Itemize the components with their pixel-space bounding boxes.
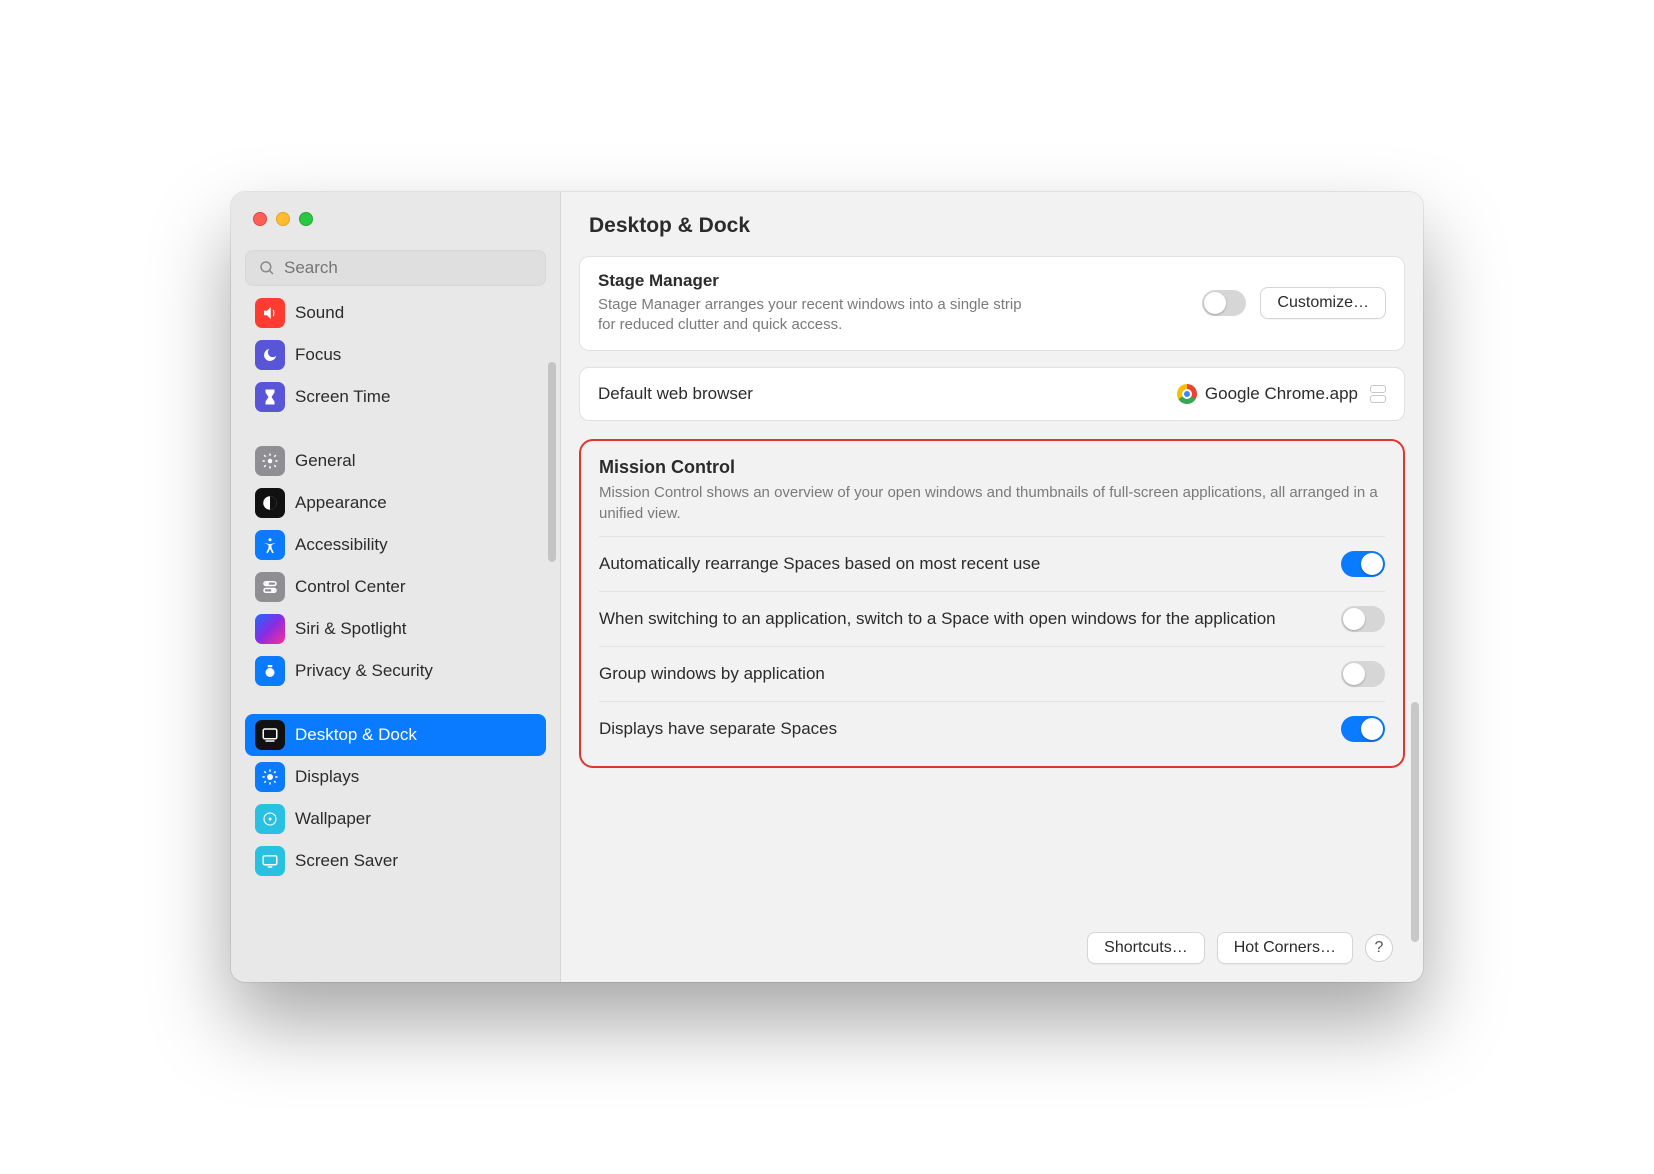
mc-toggle-auto-rearrange[interactable]: [1341, 551, 1385, 577]
search-field[interactable]: [245, 250, 546, 286]
sidebar-item-label: Control Center: [295, 577, 406, 597]
mc-row-separate-spaces: Displays have separate Spaces: [599, 701, 1385, 756]
footer-actions: Shortcuts… Hot Corners… ?: [1087, 932, 1393, 964]
sidebar-scrollbar[interactable]: [548, 362, 556, 562]
mission-control-section: Mission Control Mission Control shows an…: [579, 439, 1405, 768]
sidebar-item-focus[interactable]: Focus: [245, 334, 546, 376]
chrome-icon: [1177, 384, 1197, 404]
window-controls: [231, 212, 560, 250]
page-title: Desktop & Dock: [589, 214, 1395, 238]
siri-icon: [255, 614, 285, 644]
desktop-dock-icon: [255, 720, 285, 750]
close-window-button[interactable]: [253, 212, 267, 226]
sidebar-item-sound[interactable]: Sound: [245, 298, 546, 334]
sidebar-list: Sound Focus Screen Time General App: [245, 298, 546, 882]
shortcuts-button[interactable]: Shortcuts…: [1087, 932, 1205, 964]
sidebar-item-displays[interactable]: Displays: [245, 756, 546, 798]
sidebar-item-appearance[interactable]: Appearance: [245, 482, 546, 524]
search-input[interactable]: [284, 258, 533, 278]
sidebar-item-label: Appearance: [295, 493, 387, 513]
appearance-icon: [255, 488, 285, 518]
sidebar-item-label: Displays: [295, 767, 359, 787]
accessibility-icon: [255, 530, 285, 560]
control-center-icon: [255, 572, 285, 602]
sidebar-item-label: Sound: [295, 303, 344, 323]
sidebar-item-label: Focus: [295, 345, 341, 365]
stage-manager-customize-button[interactable]: Customize…: [1260, 287, 1386, 319]
mission-control-title: Mission Control: [599, 457, 1385, 478]
mc-row-auto-rearrange: Automatically rearrange Spaces based on …: [599, 536, 1385, 591]
stepper-icon: [1370, 385, 1386, 403]
sidebar-item-label: General: [295, 451, 355, 471]
sidebar-item-label: Screen Saver: [295, 851, 398, 871]
sidebar-item-siri-spotlight[interactable]: Siri & Spotlight: [245, 608, 546, 650]
default-browser-label: Default web browser: [598, 384, 1177, 404]
sidebar-item-wallpaper[interactable]: Wallpaper: [245, 798, 546, 840]
sidebar-item-privacy-security[interactable]: Privacy & Security: [245, 650, 546, 692]
mc-row-label: Displays have separate Spaces: [599, 717, 1323, 741]
sidebar-item-label: Wallpaper: [295, 809, 371, 829]
mc-row-label: Group windows by application: [599, 662, 1323, 686]
sidebar-item-desktop-dock[interactable]: Desktop & Dock: [245, 714, 546, 756]
system-settings-window: Sound Focus Screen Time General App: [231, 192, 1423, 982]
mc-row-label: When switching to an application, switch…: [599, 607, 1323, 631]
focus-icon: [255, 340, 285, 370]
hot-corners-button[interactable]: Hot Corners…: [1217, 932, 1353, 964]
mission-control-description: Mission Control shows an overview of you…: [599, 482, 1385, 524]
sidebar: Sound Focus Screen Time General App: [231, 192, 561, 982]
screen-time-icon: [255, 382, 285, 412]
stage-manager-toggle[interactable]: [1202, 290, 1246, 316]
mc-toggle-switch-space[interactable]: [1341, 606, 1385, 632]
mc-row-group-windows: Group windows by application: [599, 646, 1385, 701]
wallpaper-icon: [255, 804, 285, 834]
sidebar-item-screen-saver[interactable]: Screen Saver: [245, 840, 546, 882]
screen-saver-icon: [255, 846, 285, 876]
general-icon: [255, 446, 285, 476]
default-browser-value: Google Chrome.app: [1205, 384, 1358, 404]
displays-icon: [255, 762, 285, 792]
sidebar-item-label: Accessibility: [295, 535, 388, 555]
mc-row-label: Automatically rearrange Spaces based on …: [599, 552, 1323, 576]
privacy-icon: [255, 656, 285, 686]
mc-toggle-group-windows[interactable]: [1341, 661, 1385, 687]
main-scrollbar[interactable]: [1411, 702, 1419, 942]
search-icon: [258, 259, 276, 277]
sidebar-item-label: Siri & Spotlight: [295, 619, 407, 639]
minimize-window-button[interactable]: [276, 212, 290, 226]
default-browser-select[interactable]: Google Chrome.app: [1177, 384, 1386, 404]
mc-row-switch-space: When switching to an application, switch…: [599, 591, 1385, 646]
mc-toggle-separate-spaces[interactable]: [1341, 716, 1385, 742]
help-button[interactable]: ?: [1365, 934, 1393, 962]
sidebar-item-screen-time[interactable]: Screen Time: [245, 376, 546, 418]
sidebar-item-label: Screen Time: [295, 387, 390, 407]
main-content: Desktop & Dock Stage Manager Stage Manag…: [561, 192, 1423, 982]
sidebar-item-label: Privacy & Security: [295, 661, 433, 681]
zoom-window-button[interactable]: [299, 212, 313, 226]
sidebar-item-general[interactable]: General: [245, 440, 546, 482]
sidebar-item-control-center[interactable]: Control Center: [245, 566, 546, 608]
sound-icon: [255, 298, 285, 328]
stage-manager-title: Stage Manager: [598, 271, 1188, 291]
sidebar-item-label: Desktop & Dock: [295, 725, 417, 745]
stage-manager-section: Stage Manager Stage Manager arranges you…: [579, 256, 1405, 351]
default-browser-row: Default web browser Google Chrome.app: [579, 367, 1405, 421]
sidebar-item-accessibility[interactable]: Accessibility: [245, 524, 546, 566]
stage-manager-description: Stage Manager arranges your recent windo…: [598, 295, 1038, 336]
